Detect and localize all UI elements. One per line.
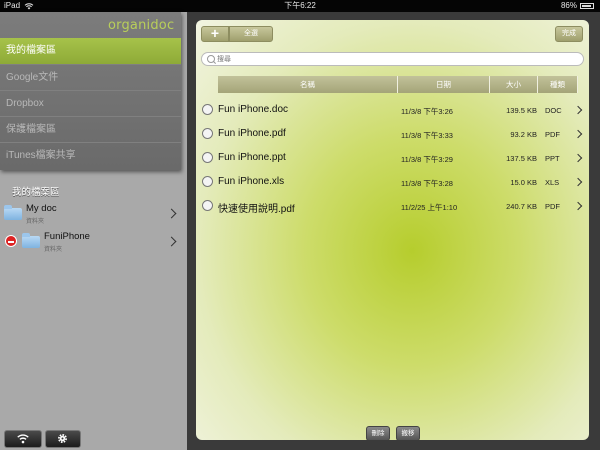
search-icon — [207, 55, 215, 63]
chevron-right-icon — [573, 177, 583, 187]
file-size: 240.7 KB — [506, 202, 537, 211]
file-browser-panel: + 全選 完成 名稱 日期 大小 種類 Fun iPhone.doc 11/3/… — [196, 20, 589, 440]
file-type: PDF — [545, 130, 560, 139]
gear-icon — [58, 434, 67, 443]
sidebar-item-google-docs[interactable]: Google文件 — [0, 64, 181, 90]
sidebar-item-itunes-share[interactable]: iTunes檔案共享 — [0, 142, 181, 168]
select-radio[interactable] — [202, 152, 213, 163]
file-date: 11/3/8 下午3:28 — [401, 179, 453, 188]
column-header-type[interactable]: 種類 — [538, 76, 578, 93]
column-header-name[interactable]: 名稱 — [218, 76, 398, 93]
chevron-right-icon — [573, 129, 583, 139]
file-name: Fun iPhone.ppt — [218, 152, 286, 163]
folder-row-my-doc[interactable]: My doc 資料夾 — [0, 200, 187, 226]
folder-row-funiphone[interactable]: FuniPhone 資料夾 — [0, 228, 187, 254]
table-row[interactable]: 快速使用說明.pdf 11/2/25 上午1:10 240.7 KB PDF — [196, 194, 589, 218]
select-radio[interactable] — [202, 176, 213, 187]
wifi-button[interactable] — [4, 430, 42, 448]
battery-fill — [582, 5, 591, 7]
file-size: 137.5 KB — [506, 154, 537, 163]
done-button[interactable]: 完成 — [555, 26, 583, 42]
folder-subtitle: 資料夾 — [44, 247, 63, 253]
search-bar[interactable] — [201, 52, 584, 66]
battery-percent: 86% — [560, 1, 577, 10]
select-radio[interactable] — [202, 104, 213, 115]
column-header-size[interactable]: 大小 — [490, 76, 538, 93]
search-input[interactable] — [217, 53, 577, 65]
select-radio[interactable] — [202, 200, 213, 211]
delete-button[interactable]: 刪除 — [366, 426, 390, 440]
folder-subtitle: 資料夾 — [26, 219, 45, 225]
section-title: 我的檔案區 — [12, 187, 60, 198]
delete-minus-icon[interactable] — [5, 235, 17, 247]
file-name: 快速使用說明.pdf — [218, 204, 295, 215]
file-size: 15.0 KB — [510, 178, 537, 187]
status-bar: iPad 下午6:22 86% — [0, 0, 600, 12]
sidebar: organidoc 我的檔案區 Google文件 Dropbox 保護檔案區 i… — [0, 12, 187, 450]
battery-icon — [580, 3, 594, 9]
table-row[interactable]: Fun iPhone.doc 11/3/8 下午3:26 139.5 KB DO… — [196, 98, 589, 122]
table-header: 名稱 日期 大小 種類 — [218, 76, 578, 93]
chevron-right-icon — [166, 236, 177, 247]
chevron-right-icon — [573, 105, 583, 115]
table-row[interactable]: Fun iPhone.ppt 11/3/8 下午3:29 137.5 KB PP… — [196, 146, 589, 170]
file-type: XLS — [545, 178, 560, 187]
settings-button[interactable] — [45, 430, 81, 448]
chevron-right-icon — [166, 208, 177, 219]
folder-icon — [22, 233, 40, 248]
chevron-right-icon — [573, 201, 583, 211]
status-time: 下午6:22 — [284, 1, 316, 10]
app-logo: organidoc — [108, 18, 175, 33]
file-name: Fun iPhone.xls — [218, 176, 285, 187]
source-menu: organidoc 我的檔案區 Google文件 Dropbox 保護檔案區 i… — [0, 12, 181, 170]
file-date: 11/3/8 下午3:33 — [401, 131, 453, 140]
move-button[interactable]: 搬移 — [396, 426, 420, 440]
folder-name: My doc — [26, 203, 57, 214]
column-header-date[interactable]: 日期 — [398, 76, 490, 93]
table-row[interactable]: Fun iPhone.pdf 11/3/8 下午3:33 93.2 KB PDF — [196, 122, 589, 146]
sidebar-item-dropbox[interactable]: Dropbox — [0, 90, 181, 116]
file-name: Fun iPhone.doc — [218, 104, 289, 115]
table-row[interactable]: Fun iPhone.xls 11/3/8 下午3:28 15.0 KB XLS — [196, 170, 589, 194]
main-area: + 全選 完成 名稱 日期 大小 種類 Fun iPhone.doc 11/3/… — [187, 12, 600, 450]
file-type: DOC — [545, 106, 562, 115]
file-name: Fun iPhone.pdf — [218, 128, 286, 139]
file-type: PDF — [545, 202, 560, 211]
file-date: 11/2/25 上午1:10 — [401, 203, 458, 212]
select-all-button[interactable]: 全選 — [229, 26, 273, 42]
sidebar-item-my-files[interactable]: 我的檔案區 — [0, 38, 181, 64]
file-type: PPT — [545, 154, 560, 163]
file-date: 11/3/8 下午3:26 — [401, 107, 453, 116]
chevron-right-icon — [573, 153, 583, 163]
file-size: 93.2 KB — [510, 130, 537, 139]
file-size: 139.5 KB — [506, 106, 537, 115]
select-radio[interactable] — [202, 128, 213, 139]
file-date: 11/3/8 下午3:29 — [401, 155, 453, 164]
folder-icon — [4, 205, 22, 220]
add-button[interactable]: + — [201, 26, 229, 42]
folder-name: FuniPhone — [44, 231, 90, 242]
battery-status: 86% — [561, 0, 594, 12]
sidebar-item-protected[interactable]: 保護檔案區 — [0, 116, 181, 142]
wifi-icon — [17, 434, 29, 444]
